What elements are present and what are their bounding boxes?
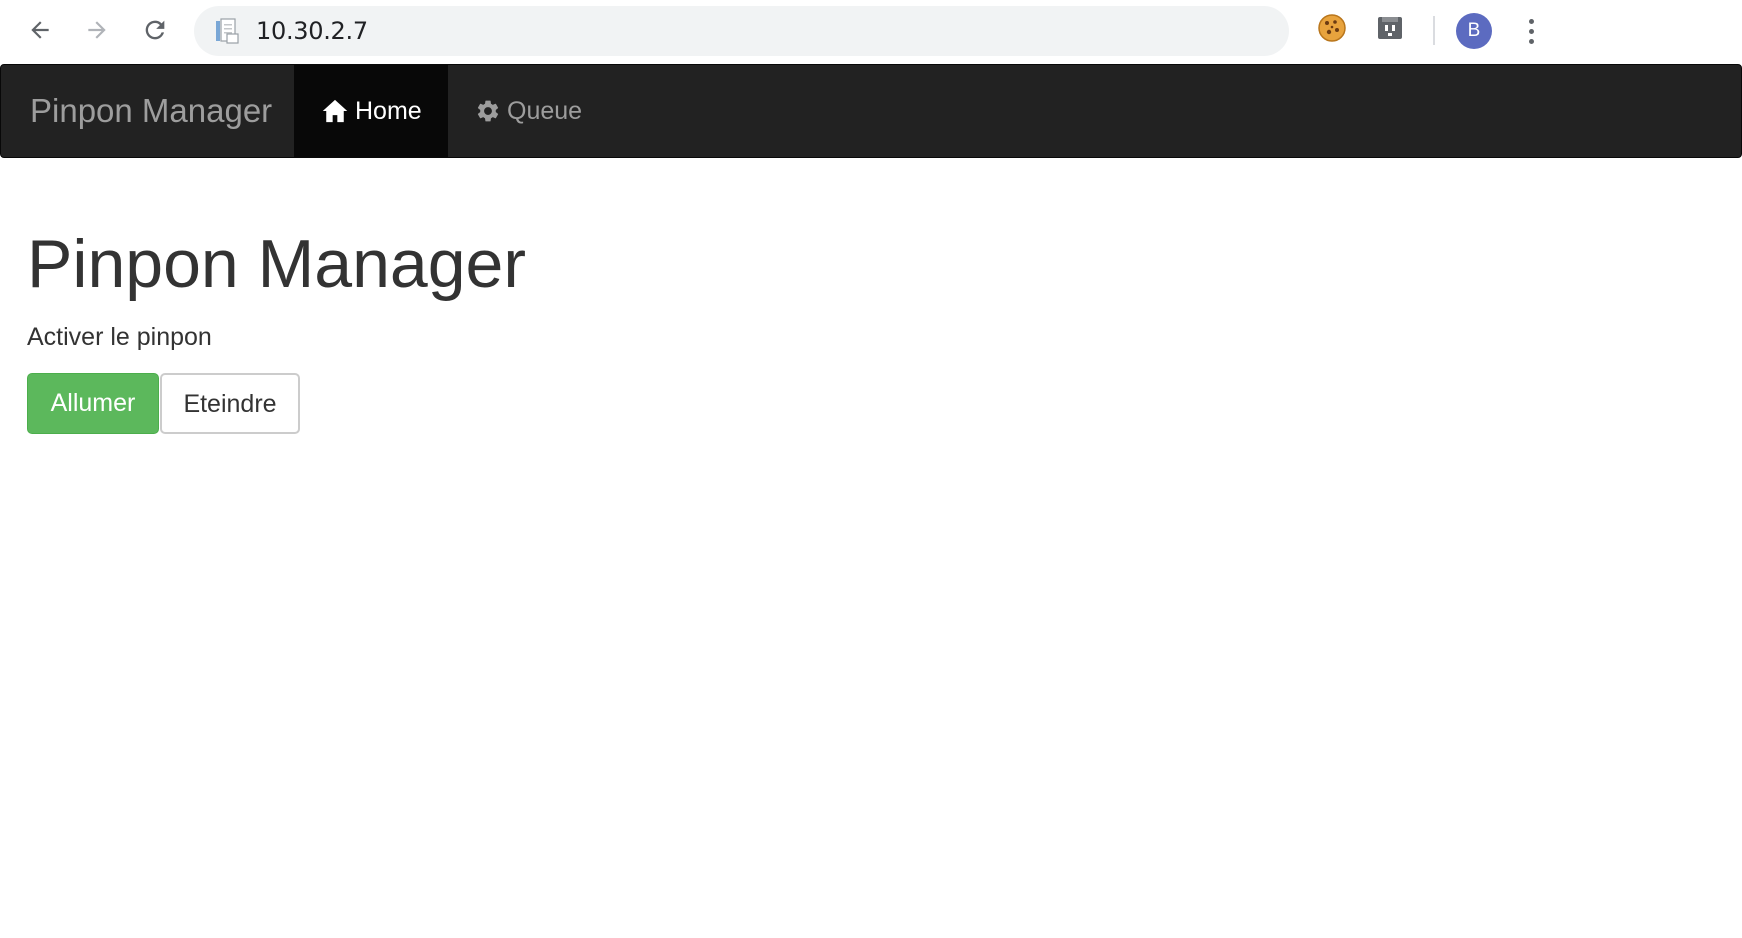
power-button-group: Allumer Eteindre bbox=[27, 373, 300, 434]
nav-item-label: Queue bbox=[507, 96, 583, 125]
toolbar-divider bbox=[1433, 16, 1435, 45]
address-bar[interactable]: 10.30.2.7 bbox=[194, 6, 1289, 56]
home-icon bbox=[321, 97, 349, 125]
extension-icon bbox=[1376, 14, 1404, 47]
page-document-icon bbox=[214, 18, 240, 44]
back-button[interactable] bbox=[20, 10, 60, 50]
extension-button[interactable] bbox=[1372, 12, 1408, 48]
nav-item-label: Home bbox=[355, 96, 422, 125]
nav-item-home[interactable]: Home bbox=[294, 65, 448, 157]
arrow-right-icon bbox=[84, 17, 110, 43]
profile-avatar[interactable]: B bbox=[1456, 13, 1492, 49]
navbar: Pinpon Manager Home Queue bbox=[0, 64, 1742, 158]
navbar-brand[interactable]: Pinpon Manager bbox=[30, 65, 272, 157]
url-text[interactable]: 10.30.2.7 bbox=[256, 6, 368, 56]
arrow-left-icon bbox=[27, 17, 53, 43]
turn-off-button[interactable]: Eteindre bbox=[160, 373, 300, 434]
page-title: Pinpon Manager bbox=[27, 226, 527, 302]
reload-icon bbox=[141, 16, 169, 44]
reload-button[interactable] bbox=[135, 10, 175, 50]
gear-icon bbox=[475, 98, 501, 124]
cookie-extension-button[interactable] bbox=[1314, 12, 1350, 48]
forward-button[interactable] bbox=[77, 10, 117, 50]
nav-item-queue[interactable]: Queue bbox=[448, 65, 608, 157]
page-subtitle: Activer le pinpon bbox=[27, 323, 212, 351]
browser-toolbar: 10.30.2.7 B bbox=[0, 0, 1742, 64]
turn-on-button[interactable]: Allumer bbox=[27, 373, 159, 434]
more-vert-icon[interactable] bbox=[1516, 13, 1546, 49]
cookie-icon bbox=[1317, 13, 1347, 48]
